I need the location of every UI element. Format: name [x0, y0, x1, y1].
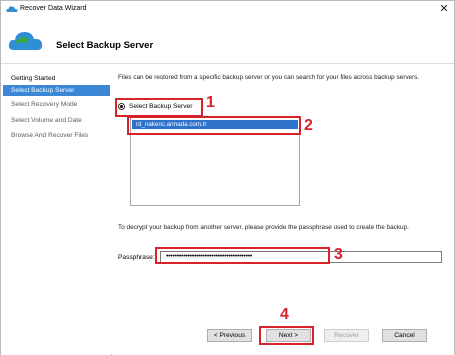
close-button[interactable]: ✕	[437, 2, 451, 16]
page-title: Select Backup Server	[56, 40, 154, 51]
intro-text: Files can be restored from a specific ba…	[118, 74, 420, 81]
wizard-header: Select Backup Server	[1, 18, 454, 64]
previous-button[interactable]: < Previous	[207, 329, 252, 342]
recover-data-wizard-window: Recover Data Wizard ✕ Select Backup Serv…	[0, 0, 455, 355]
nav-step-select-volume-and-date[interactable]: Select Volume and Date	[3, 115, 110, 126]
recover-button[interactable]: Recover	[324, 329, 369, 342]
annotation-box-2	[127, 116, 301, 135]
cloud-restore-icon	[8, 32, 43, 50]
cancel-button[interactable]: Cancel	[382, 329, 427, 342]
previous-button-label: < Previous	[213, 332, 246, 339]
cloud-app-icon	[6, 6, 18, 12]
wizard-steps-nav: Getting Started Select Backup Server Sel…	[1, 65, 111, 355]
recover-button-label: Recover	[334, 332, 359, 339]
cancel-button-label: Cancel	[394, 332, 415, 339]
title-bar: Recover Data Wizard ✕	[1, 1, 454, 18]
nav-step-select-backup-server[interactable]: Select Backup Server	[3, 85, 110, 96]
annotation-box-4	[259, 326, 314, 345]
annotation-box-1	[115, 98, 203, 117]
window-title: Recover Data Wizard	[20, 5, 87, 12]
annotation-number-2: 2	[304, 117, 313, 134]
annotation-number-3: 3	[334, 246, 343, 263]
nav-step-select-recovery-mode[interactable]: Select Recovery Mode	[3, 99, 110, 110]
nav-step-getting-started[interactable]: Getting Started	[3, 73, 110, 84]
nav-step-browse-and-recover-files[interactable]: Browse And Recover Files	[3, 130, 110, 141]
annotation-box-3	[155, 247, 330, 264]
annotation-number-4: 4	[280, 306, 289, 323]
passphrase-label: Passphrase:	[118, 254, 155, 261]
annotation-number-1: 1	[206, 94, 215, 111]
passphrase-description: To decrypt your backup from another serv…	[118, 224, 409, 231]
